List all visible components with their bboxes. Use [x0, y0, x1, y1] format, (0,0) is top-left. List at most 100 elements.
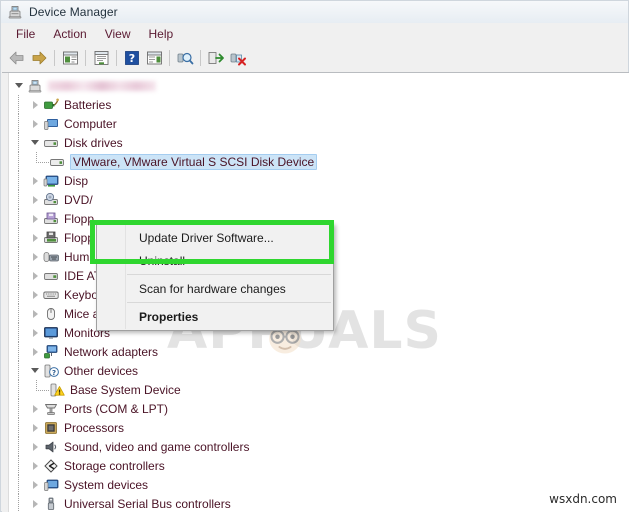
floppy-drive-icon [44, 212, 58, 224]
toolbar-separator [116, 50, 117, 66]
site-watermark: wsxdn.com [549, 492, 617, 506]
processor-icon [45, 421, 57, 434]
tree-label: Processors [64, 420, 125, 435]
toolbar-separator [169, 50, 170, 66]
tree-label: Batteries [64, 97, 112, 112]
tree-item-sound-controllers[interactable]: Sound, video and game controllers [9, 437, 627, 456]
hid-icon [43, 251, 59, 262]
tree-item-usb-controllers[interactable]: Universal Serial Bus controllers [9, 494, 627, 512]
show-hide-action-pane-button[interactable] [143, 47, 165, 69]
ide-controller-icon [44, 272, 58, 280]
expander-collapsed-icon[interactable] [27, 344, 43, 360]
toolbar-separator [200, 50, 201, 66]
expander-collapsed-icon[interactable] [27, 230, 43, 246]
tree-root-row[interactable] [9, 76, 627, 95]
expander-collapsed-icon[interactable] [27, 192, 43, 208]
toolbar-separator [54, 50, 55, 66]
tree-item-computer[interactable]: Computer [9, 114, 627, 133]
show-hide-console-tree-button[interactable] [59, 47, 81, 69]
tree-label: Ports (COM & LPT) [64, 401, 169, 416]
uninstall-device-button[interactable] [227, 47, 249, 69]
expander-collapsed-icon[interactable] [27, 211, 43, 227]
tree-item-dvd-drives[interactable]: DVD/ [9, 190, 627, 209]
disk-icon [50, 158, 64, 166]
expander-collapsed-icon[interactable] [27, 477, 43, 493]
computer-icon [44, 118, 58, 130]
expander-collapsed-icon[interactable] [27, 268, 43, 284]
menu-file[interactable]: File [7, 25, 44, 43]
expander-open-icon[interactable] [11, 78, 27, 94]
expander-collapsed-icon[interactable] [27, 401, 43, 417]
storage-controller-icon [44, 458, 58, 473]
tree-label: System devices [64, 477, 149, 492]
tree-label: Universal Serial Bus controllers [64, 496, 231, 511]
tree-item-disk-drives[interactable]: Disk drives [9, 133, 627, 152]
toolbar: ? [1, 45, 628, 71]
forward-button[interactable] [28, 47, 50, 69]
menu-help[interactable]: Help [140, 25, 183, 43]
tree-label: Computer [64, 116, 117, 131]
ctx-scan-for-hardware-changes[interactable]: Scan for hardware changes [97, 277, 333, 300]
expander-collapsed-icon[interactable] [27, 420, 43, 436]
expander-collapsed-icon[interactable] [27, 97, 43, 113]
title-bar: Device Manager [1, 1, 628, 23]
expander-collapsed-icon[interactable] [27, 325, 43, 341]
network-adapter-icon [44, 344, 58, 358]
expander-collapsed-icon[interactable] [27, 439, 43, 455]
tree-item-batteries[interactable]: Batteries [9, 95, 627, 114]
expander-collapsed-icon[interactable] [27, 287, 43, 303]
tree-item-display-adapters[interactable]: Disp [9, 171, 627, 190]
back-button[interactable] [6, 47, 28, 69]
tree-label: DVD/ [64, 192, 93, 207]
tree-label: Base System Device [70, 382, 181, 397]
expander-collapsed-icon[interactable] [27, 249, 43, 265]
update-driver-button[interactable] [205, 47, 227, 69]
context-menu[interactable]: Update Driver Software... Uninstall Scan… [96, 223, 334, 331]
expander-open-icon[interactable] [27, 135, 43, 151]
tree-item-system-devices[interactable]: System devices [9, 475, 627, 494]
menu-action[interactable]: Action [44, 25, 95, 43]
properties-button[interactable] [90, 47, 112, 69]
tree-item-other-devices[interactable]: ? Other devices [9, 361, 627, 380]
tree-label: Disk drives [64, 135, 123, 150]
battery-icon [44, 98, 59, 109]
device-manager-window: Device Manager File Action View Help ? B… [0, 0, 629, 512]
svg-text:?: ? [129, 52, 135, 65]
tree-label: Network adapters [64, 344, 159, 359]
context-menu-separator [127, 274, 331, 275]
sound-icon [45, 441, 57, 452]
tree-label: Flopp [64, 211, 95, 226]
device-tree-pane[interactable]: Batteries Computer Disk drives VMware, V… [2, 72, 629, 512]
disk-drive-icon [44, 139, 58, 147]
tree-label: Flopp [64, 230, 95, 245]
ctx-update-driver-software[interactable]: Update Driver Software... [97, 226, 333, 249]
tree-item-selected-disk[interactable]: VMware, VMware Virtual S SCSI Disk Devic… [9, 152, 627, 171]
expander-collapsed-icon[interactable] [27, 306, 43, 322]
tree-item-ports[interactable]: Ports (COM & LPT) [9, 399, 627, 418]
scan-for-hardware-changes-button[interactable] [174, 47, 196, 69]
expander-collapsed-icon[interactable] [27, 458, 43, 474]
window-title: Device Manager [29, 5, 118, 19]
ctx-properties[interactable]: Properties [97, 305, 333, 328]
expander-collapsed-icon[interactable] [27, 496, 43, 512]
tree-label: Disp [64, 173, 89, 188]
expander-open-icon[interactable] [27, 363, 43, 379]
menu-bar: File Action View Help [1, 23, 628, 45]
system-device-icon [44, 479, 59, 491]
help-button[interactable]: ? [121, 47, 143, 69]
context-menu-separator [127, 302, 331, 303]
menu-view[interactable]: View [96, 25, 140, 43]
display-adapter-icon [43, 175, 59, 187]
tree-item-processors[interactable]: Processors [9, 418, 627, 437]
expander-collapsed-icon[interactable] [27, 116, 43, 132]
expander-collapsed-icon[interactable] [27, 173, 43, 189]
root-label-redacted [48, 80, 156, 91]
other-devices-icon: ? [44, 364, 59, 377]
tree-label: Storage controllers [64, 458, 165, 473]
svg-text:?: ? [52, 369, 56, 377]
ctx-uninstall[interactable]: Uninstall [97, 249, 333, 272]
device-manager-icon [7, 4, 23, 20]
mouse-icon [47, 307, 55, 320]
tree-item-base-system-device[interactable]: Base System Device [9, 380, 627, 399]
tree-item-storage-controllers[interactable]: Storage controllers [9, 456, 627, 475]
